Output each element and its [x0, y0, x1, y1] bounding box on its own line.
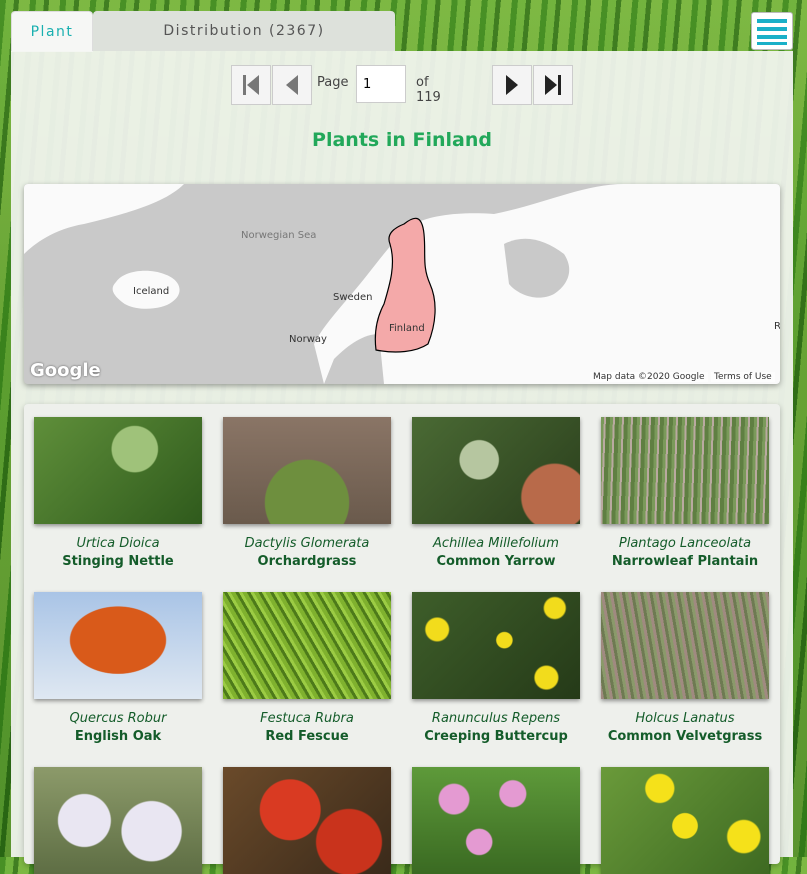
plant-card[interactable]: Ranunculus Repens Creeping Buttercup [412, 592, 580, 744]
prev-page-button[interactable] [272, 65, 312, 105]
plant-latin-name: Achillea Millefolium [433, 536, 559, 551]
map-label-sweden: Sweden [333, 292, 373, 303]
plant-card[interactable]: Urtica Dioica Stinging Nettle [34, 417, 202, 569]
tab-distribution[interactable]: Distribution (2367) [93, 11, 395, 51]
plant-latin-name: Quercus Robur [69, 711, 167, 726]
plant-card[interactable] [223, 767, 391, 874]
terms-of-use-link[interactable]: Terms of Use [711, 372, 775, 382]
plant-common-name: English Oak [74, 729, 162, 744]
plant-grid: Urtica Dioica Stinging Nettle Dactylis G… [24, 404, 780, 874]
plant-card[interactable] [34, 767, 202, 874]
first-page-button[interactable] [231, 65, 271, 105]
next-page-icon [506, 75, 518, 95]
last-page-icon [545, 75, 561, 95]
plant-latin-name: Plantago Lanceolata [618, 536, 752, 551]
plant-photo[interactable] [34, 767, 202, 874]
plant-latin-name: Ranunculus Repens [431, 711, 561, 726]
plant-latin-name: Urtica Dioica [76, 536, 160, 551]
plant-common-name: Creeping Buttercup [424, 729, 568, 744]
plant-photo[interactable] [34, 417, 202, 524]
tab-plant[interactable]: Plant [11, 11, 93, 52]
google-logo: Google [30, 360, 101, 381]
main-panel: Page of 119 Plants in Finland Norwegian … [11, 51, 793, 874]
plant-photo[interactable] [223, 592, 391, 699]
plant-card[interactable]: Dactylis Glomerata Orchardgrass [223, 417, 391, 569]
page-count-label: of 119 [416, 75, 441, 105]
map-label-iceland: Iceland [133, 286, 170, 297]
last-page-button[interactable] [533, 65, 573, 105]
plant-common-name: Stinging Nettle [62, 554, 174, 569]
map-data-attribution: Map data ©2020 Google [590, 372, 708, 382]
plant-photo[interactable] [601, 767, 769, 874]
plant-common-name: Red Fescue [265, 729, 349, 744]
page-title: Plants in Finland [312, 129, 492, 151]
plant-latin-name: Festuca Rubra [260, 711, 354, 726]
plant-card[interactable] [412, 767, 580, 874]
plant-photo[interactable] [412, 592, 580, 699]
distribution-map[interactable]: Norwegian Sea Iceland Sweden Norway Finl… [24, 184, 780, 384]
page-number-input[interactable] [356, 65, 406, 103]
prev-page-icon [286, 75, 298, 95]
plant-card[interactable]: Quercus Robur English Oak [34, 592, 202, 744]
list-view-button[interactable] [751, 12, 793, 50]
plant-card[interactable]: Plantago Lanceolata Narrowleaf Plantain [601, 417, 769, 569]
plant-latin-name: Dactylis Glomerata [244, 536, 370, 551]
plant-latin-name: Holcus Lanatus [635, 711, 735, 726]
plant-photo[interactable] [412, 767, 580, 874]
plant-photo[interactable] [223, 767, 391, 874]
plant-card[interactable]: Holcus Lanatus Common Velvetgrass [601, 592, 769, 744]
plant-photo[interactable] [412, 417, 580, 524]
map-label-edge: R [774, 321, 780, 332]
plant-common-name: Common Velvetgrass [607, 729, 763, 744]
plant-photo[interactable] [34, 592, 202, 699]
map-label-norway: Norway [289, 334, 327, 345]
plant-common-name: Common Yarrow [436, 554, 556, 569]
first-page-icon [243, 75, 259, 95]
map-label-finland: Finland [389, 323, 425, 334]
plant-photo[interactable] [223, 417, 391, 524]
plant-card[interactable]: Achillea Millefolium Common Yarrow [412, 417, 580, 569]
plant-card[interactable] [601, 767, 769, 874]
plant-card[interactable]: Festuca Rubra Red Fescue [223, 592, 391, 744]
plant-photo[interactable] [601, 417, 769, 524]
map-label-norwegian-sea: Norwegian Sea [241, 230, 317, 241]
map-graphic [24, 184, 780, 384]
list-icon [757, 19, 787, 23]
plant-photo[interactable] [601, 592, 769, 699]
page-label: Page [317, 75, 349, 90]
plant-common-name: Orchardgrass [257, 554, 357, 569]
plant-common-name: Narrowleaf Plantain [611, 554, 759, 569]
next-page-button[interactable] [492, 65, 532, 105]
